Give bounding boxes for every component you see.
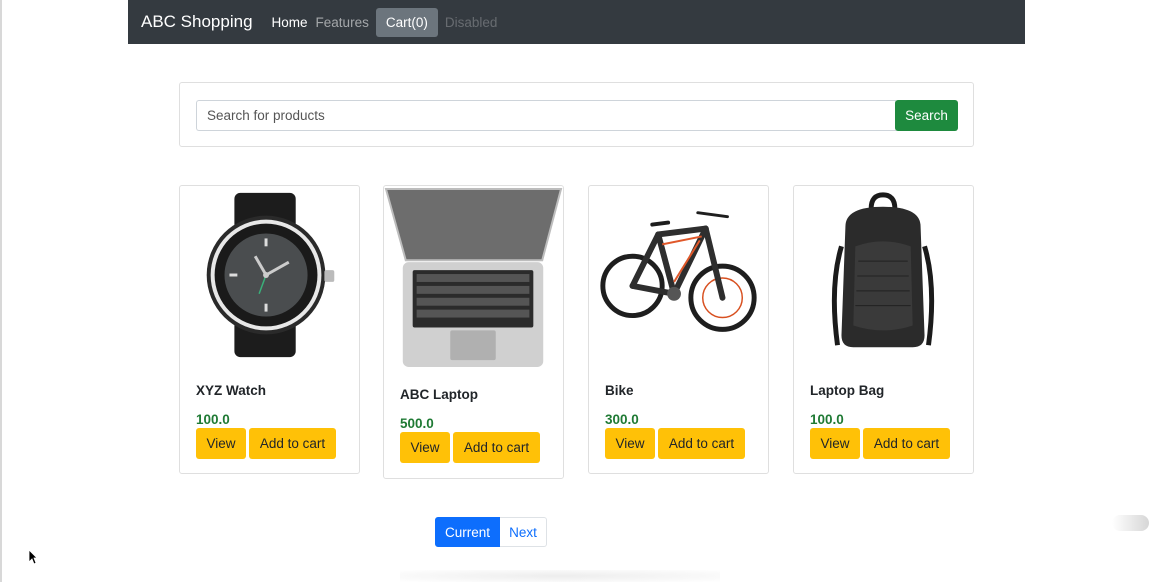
mouse-cursor-icon: [28, 549, 38, 565]
view-button[interactable]: View: [810, 428, 860, 459]
search-card: Search: [179, 82, 974, 147]
product-price: 500.0: [400, 416, 434, 431]
add-to-cart-button[interactable]: Add to cart: [658, 428, 745, 459]
product-price: 100.0: [196, 412, 230, 427]
search-button[interactable]: Search: [895, 100, 958, 131]
add-to-cart-button[interactable]: Add to cart: [249, 428, 336, 459]
product-price: 100.0: [810, 412, 844, 427]
product-card: ABC Laptop 500.0 View Add to cart: [383, 185, 564, 479]
view-button[interactable]: View: [400, 432, 450, 463]
page-next-button[interactable]: Next: [500, 517, 547, 547]
nav-cart-link[interactable]: Cart(0): [375, 7, 438, 37]
product-title: Laptop Bag: [810, 383, 885, 398]
page-current-button[interactable]: Current: [435, 517, 500, 547]
product-card: XYZ Watch 100.0 View Add to cart: [179, 185, 360, 474]
add-to-cart-button[interactable]: Add to cart: [863, 428, 950, 459]
product-card: Bike 300.0 View Add to cart: [588, 185, 769, 474]
laptop-image: [384, 188, 563, 368]
bike-image: [600, 211, 757, 332]
brand-logo[interactable]: ABC Shopping: [141, 12, 253, 32]
bottom-glow: [400, 570, 720, 582]
watch-image: [206, 192, 335, 358]
view-button[interactable]: View: [196, 428, 246, 459]
nav-disabled-link: Disabled: [444, 14, 498, 30]
pagination: Current Next: [435, 517, 547, 547]
search-input[interactable]: [196, 100, 896, 131]
product-card: Laptop Bag 100.0 View Add to cart: [793, 185, 974, 474]
product-title: ABC Laptop: [400, 387, 478, 402]
nav-home-link[interactable]: Home: [272, 15, 308, 30]
product-title: Bike: [605, 383, 634, 398]
page-edge: [0, 0, 2, 582]
add-to-cart-button[interactable]: Add to cart: [453, 432, 540, 463]
top-navbar: ABC Shopping Home Features Cart(0) Disab…: [128, 0, 1025, 44]
nav-features-link[interactable]: Features: [316, 15, 369, 30]
product-price: 300.0: [605, 412, 639, 427]
edge-shadow: [1112, 515, 1149, 531]
backpack-image: [831, 192, 935, 348]
product-title: XYZ Watch: [196, 383, 267, 398]
view-button[interactable]: View: [605, 428, 655, 459]
